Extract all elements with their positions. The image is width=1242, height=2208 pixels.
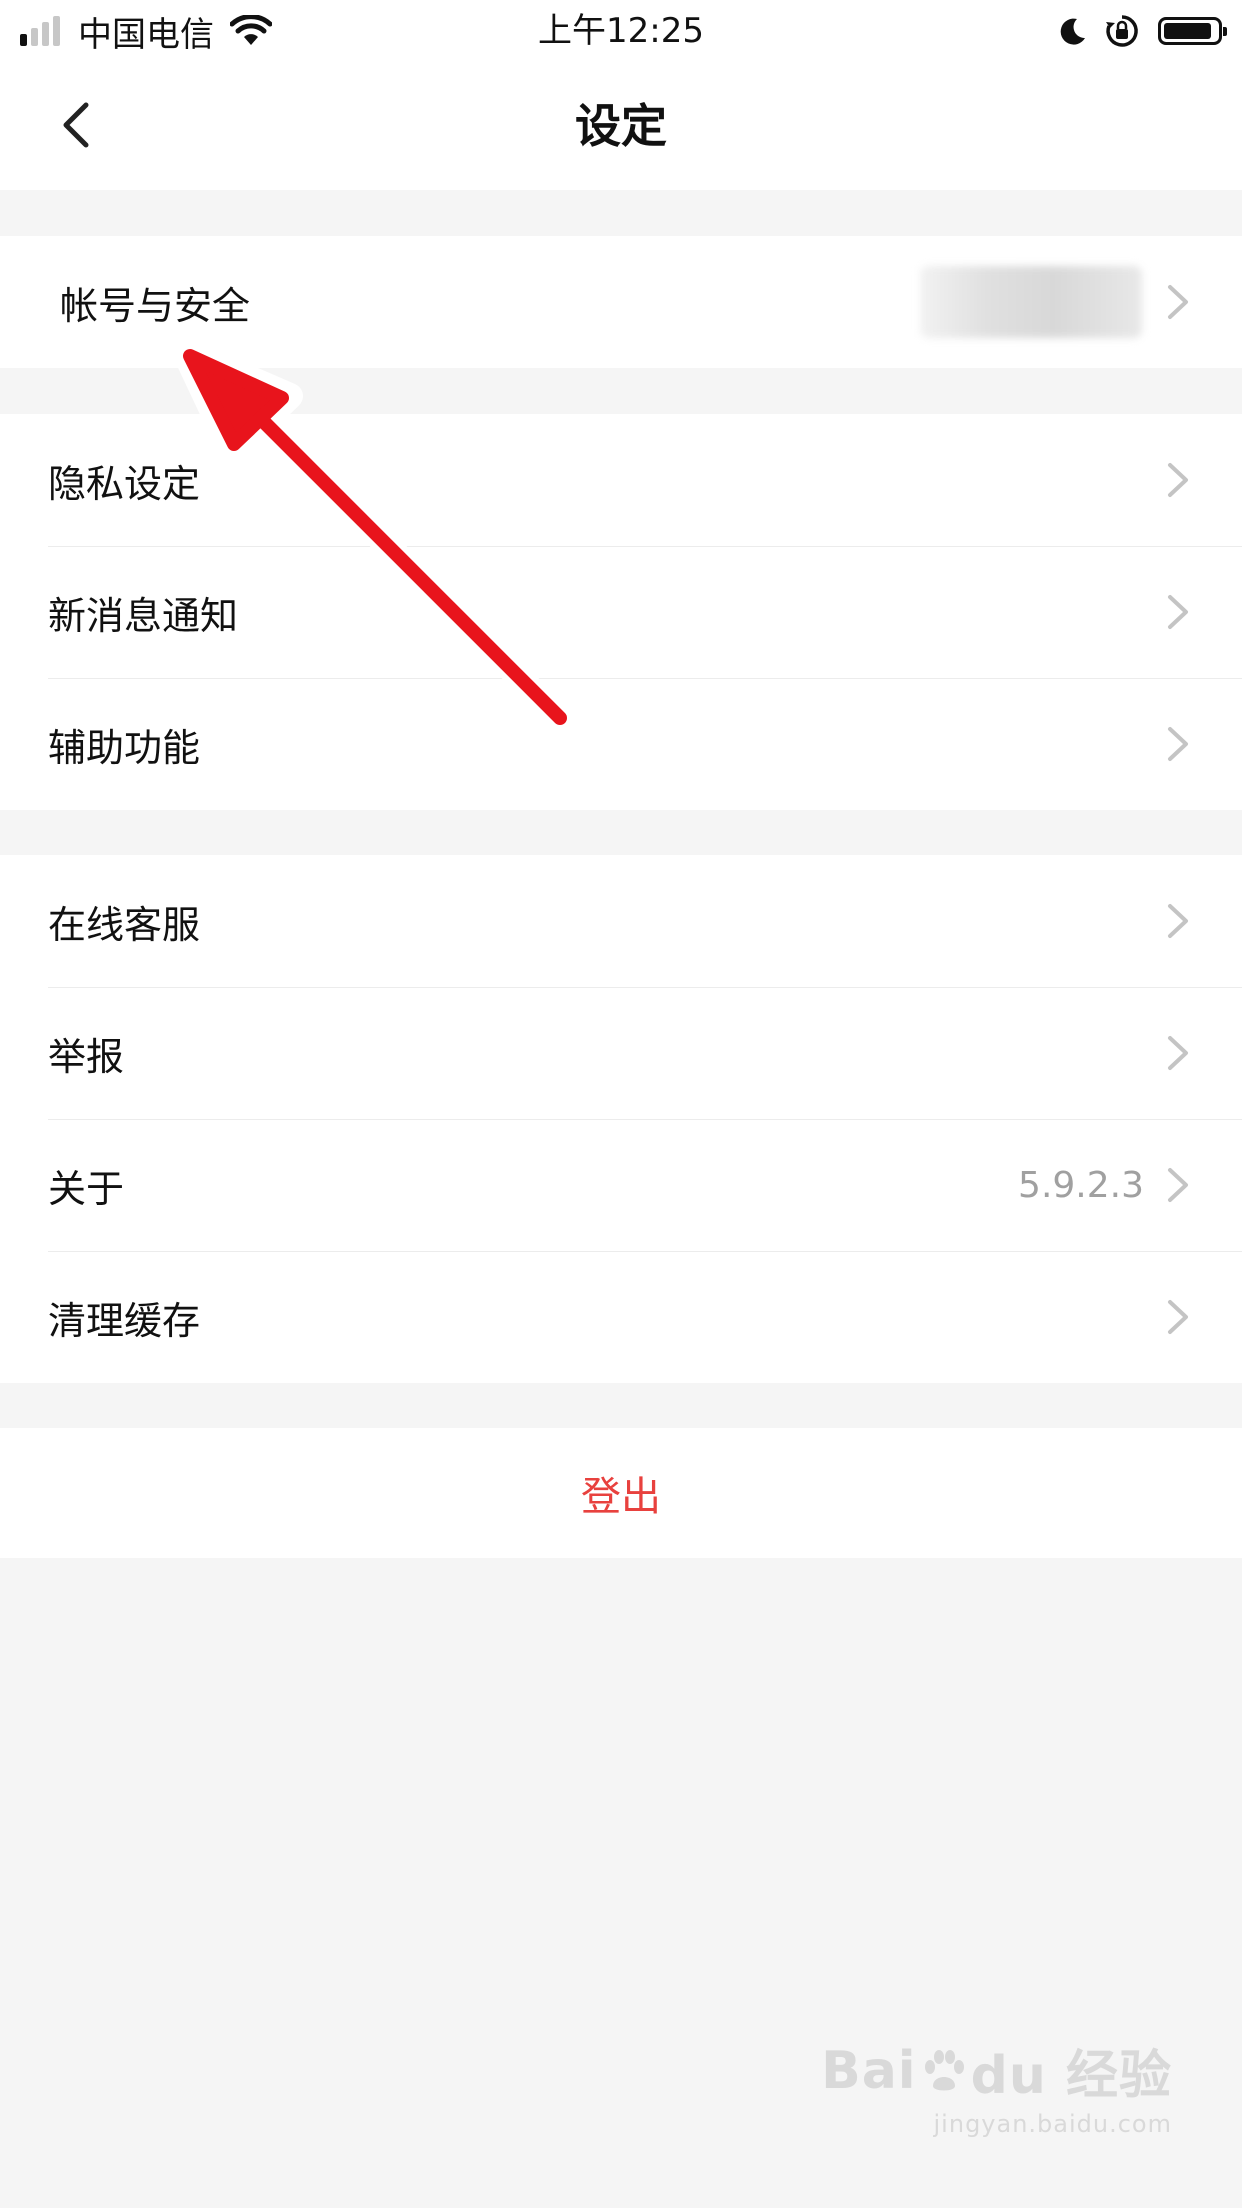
settings-row-accessibility[interactable]: 辅助功能	[0, 678, 1242, 810]
watermark-url: jingyan.baidu.com	[933, 2110, 1172, 2138]
row-label: 在线客服	[48, 902, 201, 947]
chevron-right-icon	[1168, 595, 1188, 629]
chevron-right-icon	[1168, 727, 1188, 761]
paw-icon	[924, 2049, 964, 2090]
row-label: 帐号与安全	[60, 283, 251, 328]
moon-icon	[1060, 18, 1085, 45]
app-version: 5.9.2.3	[1018, 1164, 1144, 1206]
chevron-right-icon	[1168, 1300, 1188, 1334]
logout-label: 登出	[581, 1474, 661, 1520]
row-label: 辅助功能	[48, 725, 201, 770]
watermark-brand-right: du 经验	[970, 2046, 1172, 2106]
row-label: 关于	[48, 1166, 125, 1211]
logout-group: 登出	[0, 1428, 1242, 1558]
navigation-bar: 设定	[0, 62, 1242, 190]
status-bar: 中国电信 上午12:25	[0, 0, 1242, 62]
chevron-right-icon	[1168, 1036, 1188, 1070]
chevron-right-icon	[1168, 463, 1188, 497]
obscured-account-value	[920, 266, 1142, 338]
page-title: 设定	[575, 99, 667, 153]
chevron-right-icon	[1168, 285, 1188, 319]
row-label: 新消息通知	[48, 593, 239, 638]
row-label: 隐私设定	[48, 461, 201, 506]
settings-row-about[interactable]: 关于 5.9.2.3	[0, 1119, 1242, 1251]
battery-icon	[1158, 17, 1227, 45]
row-label: 举报	[48, 1034, 125, 1079]
status-right	[1058, 8, 1227, 54]
watermark-brand: Bai du 经验	[821, 2033, 1172, 2108]
settings-row-account-security[interactable]: 帐号与安全	[0, 236, 1242, 368]
chevron-right-icon	[1168, 1168, 1188, 1202]
settings-group-support: 在线客服 举报 关于 5.9.2.3 清理缓存	[0, 855, 1242, 1383]
status-time: 上午12:25	[538, 11, 704, 51]
row-label: 清理缓存	[48, 1298, 201, 1343]
watermark-brand-left: Bai	[821, 2040, 917, 2101]
settings-row-report[interactable]: 举报	[0, 987, 1242, 1119]
battery-level	[1164, 23, 1211, 39]
settings-row-online-support[interactable]: 在线客服	[0, 855, 1242, 987]
settings-row-clear-cache[interactable]: 清理缓存	[0, 1251, 1242, 1383]
settings-group-preferences: 隐私设定 新消息通知 辅助功能	[0, 414, 1242, 810]
settings-group-account: 帐号与安全	[0, 236, 1242, 368]
baidu-jingyan-watermark: Bai du 经验 jingyan.baidu.com	[821, 2033, 1172, 2139]
settings-row-privacy[interactable]: 隐私设定	[0, 414, 1242, 546]
rotation-lock-icon	[1106, 15, 1138, 47]
logout-button[interactable]: 登出	[0, 1428, 1242, 1558]
settings-row-notifications[interactable]: 新消息通知	[0, 546, 1242, 678]
chevron-right-icon	[1168, 904, 1188, 938]
